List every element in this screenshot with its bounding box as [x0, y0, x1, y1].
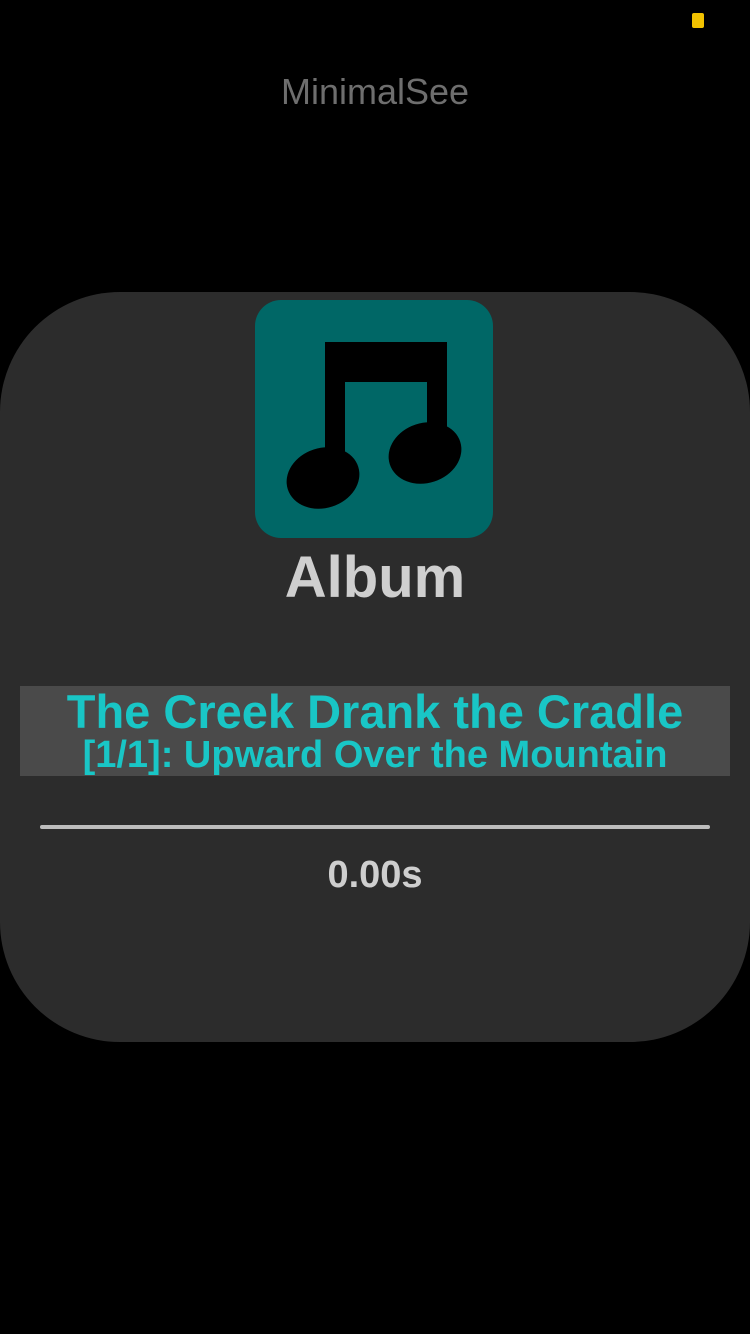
player-card: Album The Creek Drank the Cradle [1/1]: …	[0, 292, 750, 1042]
progress-bar[interactable]	[40, 825, 710, 829]
status-indicator	[692, 13, 704, 28]
track-title: The Creek Drank the Cradle	[66, 685, 684, 738]
category-label: Album	[284, 545, 466, 610]
music-note-icon	[286, 342, 462, 509]
track-subtitle: [1/1]: Upward Over the Mountain	[82, 734, 668, 776]
album-art[interactable]	[255, 300, 493, 538]
elapsed-time: 0.00s	[327, 854, 423, 896]
app-title: MinimalSee	[280, 71, 470, 112]
track-info[interactable]: The Creek Drank the Cradle [1/1]: Upward…	[20, 686, 730, 776]
